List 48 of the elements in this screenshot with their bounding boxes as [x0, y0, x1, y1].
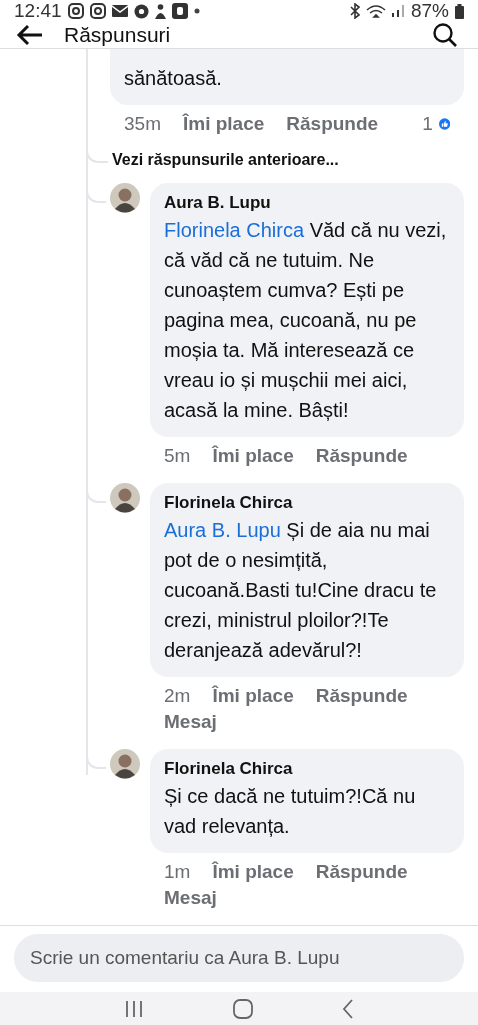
comment-action-link[interactable]: Răspunde: [286, 111, 379, 138]
camera-app-icon: [89, 3, 106, 20]
page-title: Răspunsuri: [64, 23, 171, 48]
comment-action-link[interactable]: Mesaj: [164, 885, 217, 912]
battery-level: 87%: [410, 0, 449, 23]
camera-app-icon: [67, 3, 84, 20]
author-name: Florinela Chirca: [164, 492, 294, 515]
mail-icon: [111, 5, 128, 18]
back-icon[interactable]: [341, 998, 354, 1019]
comment-time: 1m: [164, 860, 191, 885]
avatar-icon: [110, 183, 140, 214]
comment-text: Și ce dacă ne tutuim?!Că nu vad relevanța.: [164, 784, 417, 840]
recent-apps-icon[interactable]: [124, 999, 145, 1018]
app-letter-icon: [171, 3, 188, 20]
comment-action-link[interactable]: Îmi place: [212, 683, 294, 710]
previous-replies-link[interactable]: Vezi răspunsurile anterioare...: [108, 151, 339, 170]
comment-action-link[interactable]: Îmi place: [182, 111, 265, 138]
back-arrow-icon[interactable]: [16, 24, 44, 47]
person-icon: [154, 3, 166, 19]
comment-action-link[interactable]: Îmi place: [212, 859, 294, 886]
mention-link[interactable]: Aura B. Lupu: [164, 519, 281, 542]
dot-icon: [193, 8, 200, 15]
comment-input-field[interactable]: Scrie un comentariu ca Aura B. Lupu: [14, 934, 464, 983]
comment-action-link[interactable]: Mesaj: [164, 709, 217, 736]
bluetooth-icon: [349, 3, 360, 20]
search-icon[interactable]: [432, 22, 458, 49]
author-name: Florinela Chirca: [164, 758, 294, 781]
avatar-icon: [110, 483, 140, 514]
comment-action-link[interactable]: Răspunde: [315, 683, 408, 710]
comment-action-link[interactable]: Răspunde: [315, 859, 408, 886]
comment-time: 5m: [164, 444, 191, 469]
status-time: 12:41: [14, 0, 62, 23]
home-icon[interactable]: [233, 998, 253, 1019]
reaction-count: 1: [422, 112, 433, 137]
comment-text: Aura B. Lupu Și de aia nu mai pot de o nesimțită, cucoană.Basti tu!Cine dracu te crezi, ministrul ploilor?!Te deranjează adevărul?!: [164, 518, 438, 664]
comment-action-link[interactable]: Răspunde: [315, 443, 408, 470]
mention-link[interactable]: Florinela Chirca: [164, 219, 305, 242]
author-name: Aura B. Lupu: [164, 192, 272, 215]
comment-text: Florinela Chirca Văd că nu vezi, că văd că ne tutuim. Ne cunoaștem cumva? Ești pe pagina mea, cucoană, nu pe moșia ta. Mă interesează ce vreau io și mușchii mei aici, acasă la mine. Bâști!: [164, 218, 448, 424]
comment-time: 2m: [164, 684, 191, 709]
comment-text: sănătoasă.: [124, 66, 223, 92]
wifi-icon: [365, 3, 386, 19]
browser-icon: [133, 3, 149, 19]
avatar-icon: [110, 749, 140, 780]
battery-icon: [455, 3, 464, 19]
comment-action-link[interactable]: Îmi place: [212, 443, 294, 470]
comment-time: 35m: [124, 112, 161, 137]
signal-icon: [391, 5, 405, 18]
